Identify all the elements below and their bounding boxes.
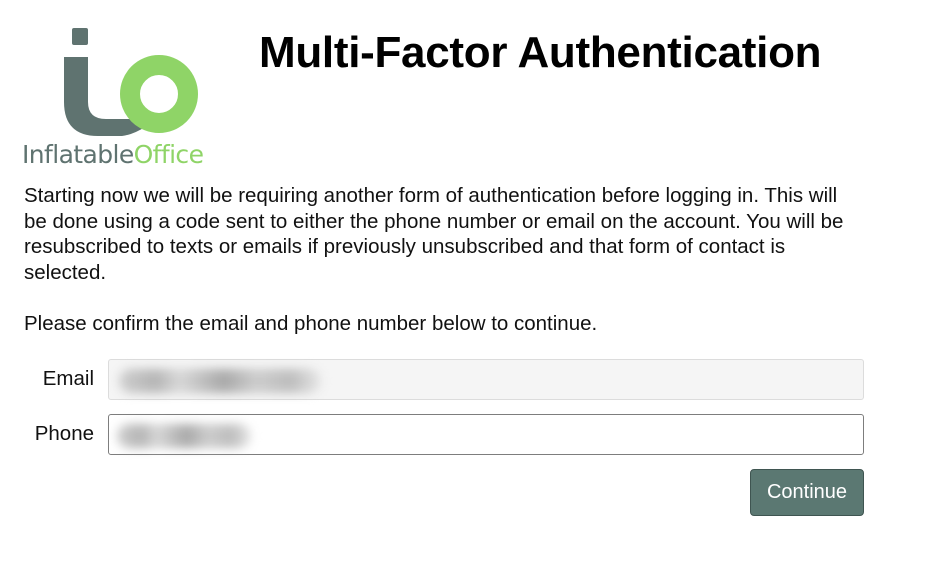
email-label: Email <box>42 367 94 390</box>
brand-name-part2: Office <box>133 140 204 169</box>
intro-text: Starting now we will be requiring anothe… <box>24 184 844 284</box>
brand-name-part1: Inflatable <box>22 140 134 169</box>
continue-button[interactable]: Continue <box>750 469 864 516</box>
inflatable-office-logo: InflatableOffice <box>22 26 238 171</box>
email-field[interactable] <box>108 359 864 400</box>
phone-label: Phone <box>34 422 94 445</box>
redacted-email-value <box>119 369 321 393</box>
redacted-phone-value <box>117 424 251 448</box>
confirm-prompt: Please confirm the email and phone numbe… <box>24 312 598 335</box>
page-title: Multi-Factor Authentication <box>259 28 822 77</box>
brand-wordmark: InflatableOffice <box>22 140 204 169</box>
io-logo-icon <box>64 28 198 136</box>
phone-field[interactable] <box>108 414 864 455</box>
